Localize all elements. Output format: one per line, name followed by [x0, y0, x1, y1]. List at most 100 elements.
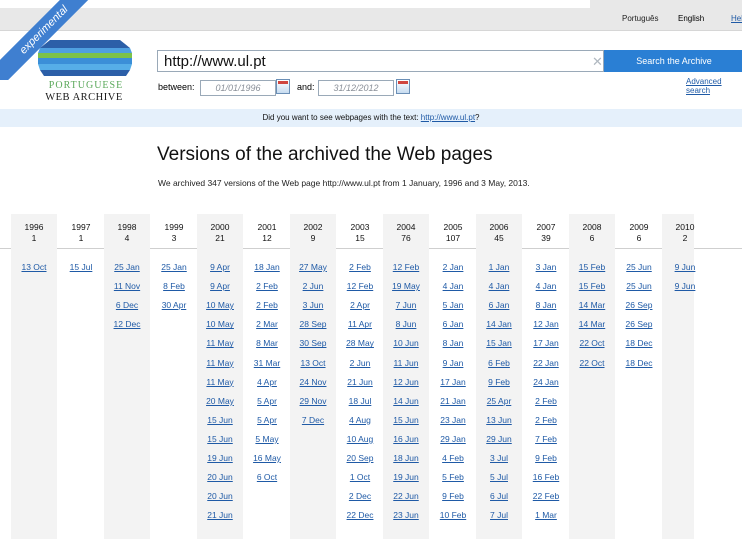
- url-search-input[interactable]: http://www.ul.pt: [157, 50, 604, 72]
- version-link[interactable]: 29 Jun: [476, 434, 522, 444]
- version-link[interactable]: 2 Apr: [337, 300, 383, 310]
- version-link[interactable]: 20 Jun: [197, 491, 243, 501]
- version-link[interactable]: 12 Feb: [337, 281, 383, 291]
- version-link[interactable]: 2 Feb: [523, 396, 569, 406]
- version-link[interactable]: 4 Feb: [430, 453, 476, 463]
- archive-logo[interactable]: PORTUGUESE WEB ARCHIVE: [28, 38, 138, 110]
- version-link[interactable]: 14 Mar: [569, 319, 615, 329]
- version-link[interactable]: 16 May: [244, 453, 290, 463]
- version-link[interactable]: 7 Jun: [383, 300, 429, 310]
- version-link[interactable]: 22 Oct: [569, 358, 615, 368]
- version-link[interactable]: 24 Jan: [523, 377, 569, 387]
- version-link[interactable]: 22 Feb: [523, 491, 569, 501]
- version-link[interactable]: 10 May: [197, 300, 243, 310]
- version-link[interactable]: 14 Jan: [476, 319, 522, 329]
- version-link[interactable]: 25 Jan: [104, 262, 150, 272]
- version-link[interactable]: 17 Jan: [523, 338, 569, 348]
- search-archive-button[interactable]: Search the Archive: [604, 50, 742, 72]
- version-link[interactable]: 2 Mar: [244, 319, 290, 329]
- version-link[interactable]: 3 Jun: [290, 300, 336, 310]
- version-link[interactable]: 1 Oct: [337, 472, 383, 482]
- version-link[interactable]: 4 Jan: [476, 281, 522, 291]
- version-link[interactable]: 15 Jun: [197, 434, 243, 444]
- version-link[interactable]: 26 Sep: [616, 300, 662, 310]
- version-link[interactable]: 19 Jun: [383, 472, 429, 482]
- suggestion-link[interactable]: http://www.ul.pt: [421, 113, 475, 122]
- version-link[interactable]: 21 Jun: [197, 510, 243, 520]
- version-link[interactable]: 15 Feb: [569, 262, 615, 272]
- version-link[interactable]: 19 Jun: [197, 453, 243, 463]
- version-link[interactable]: 11 Nov: [104, 281, 150, 291]
- version-link[interactable]: 12 Dec: [104, 319, 150, 329]
- version-link[interactable]: 12 Feb: [383, 262, 429, 272]
- version-link[interactable]: 25 Jun: [616, 262, 662, 272]
- version-link[interactable]: 6 Dec: [104, 300, 150, 310]
- version-link[interactable]: 11 May: [197, 358, 243, 368]
- version-link[interactable]: 10 Feb: [430, 510, 476, 520]
- version-link[interactable]: 4 Jan: [523, 281, 569, 291]
- version-link[interactable]: 31 Mar: [244, 358, 290, 368]
- version-link[interactable]: 8 Mar: [244, 338, 290, 348]
- version-link[interactable]: 22 Jan: [523, 358, 569, 368]
- version-link[interactable]: 12 Jun: [383, 377, 429, 387]
- version-link[interactable]: 14 Mar: [569, 300, 615, 310]
- version-link[interactable]: 15 Jul: [58, 262, 104, 272]
- version-link[interactable]: 8 Jun: [383, 319, 429, 329]
- version-link[interactable]: 5 Feb: [430, 472, 476, 482]
- version-link[interactable]: 22 Dec: [337, 510, 383, 520]
- version-link[interactable]: 27 May: [290, 262, 336, 272]
- version-link[interactable]: 9 Feb: [430, 491, 476, 501]
- version-link[interactable]: 5 Jul: [476, 472, 522, 482]
- version-link[interactable]: 28 May: [337, 338, 383, 348]
- calendar-to-icon[interactable]: [396, 79, 410, 94]
- version-link[interactable]: 18 Jul: [337, 396, 383, 406]
- version-link[interactable]: 11 May: [197, 377, 243, 387]
- version-link[interactable]: 17 Jan: [430, 377, 476, 387]
- version-link[interactable]: 18 Jun: [383, 453, 429, 463]
- version-link[interactable]: 4 Jan: [430, 281, 476, 291]
- version-link[interactable]: 15 Jun: [383, 415, 429, 425]
- version-link[interactable]: 6 Jan: [476, 300, 522, 310]
- version-link[interactable]: 28 Sep: [290, 319, 336, 329]
- version-link[interactable]: 13 Jun: [476, 415, 522, 425]
- version-link[interactable]: 23 Jun: [383, 510, 429, 520]
- version-link[interactable]: 11 May: [197, 338, 243, 348]
- version-link[interactable]: 9 Feb: [523, 453, 569, 463]
- version-link[interactable]: 9 Feb: [476, 377, 522, 387]
- version-link[interactable]: 21 Jan: [430, 396, 476, 406]
- version-link[interactable]: 6 Feb: [476, 358, 522, 368]
- help-link[interactable]: Help: [731, 14, 742, 23]
- version-link[interactable]: 18 Jan: [244, 262, 290, 272]
- version-link[interactable]: 5 May: [244, 434, 290, 444]
- version-link[interactable]: 7 Dec: [290, 415, 336, 425]
- version-link[interactable]: 16 Jun: [383, 434, 429, 444]
- version-link[interactable]: 2 Feb: [523, 415, 569, 425]
- version-link[interactable]: 5 Apr: [244, 415, 290, 425]
- version-link[interactable]: 20 Sep: [337, 453, 383, 463]
- version-link[interactable]: 7 Jul: [476, 510, 522, 520]
- version-link[interactable]: 29 Nov: [290, 396, 336, 406]
- version-link[interactable]: 25 Jun: [616, 281, 662, 291]
- version-link[interactable]: 5 Jan: [430, 300, 476, 310]
- calendar-from-icon[interactable]: [276, 79, 290, 94]
- version-link[interactable]: 6 Jan: [430, 319, 476, 329]
- version-link[interactable]: 15 Feb: [569, 281, 615, 291]
- version-link[interactable]: 26 Sep: [616, 319, 662, 329]
- version-link[interactable]: 9 Jun: [662, 281, 708, 291]
- version-link[interactable]: 1 Mar: [523, 510, 569, 520]
- version-link[interactable]: 13 Oct: [11, 262, 57, 272]
- version-link[interactable]: 2 Jan: [430, 262, 476, 272]
- version-link[interactable]: 2 Feb: [337, 262, 383, 272]
- version-link[interactable]: 1 Jan: [476, 262, 522, 272]
- version-link[interactable]: 10 May: [197, 319, 243, 329]
- version-link[interactable]: 15 Jun: [197, 415, 243, 425]
- version-link[interactable]: 10 Aug: [337, 434, 383, 444]
- version-link[interactable]: 2 Feb: [244, 300, 290, 310]
- version-link[interactable]: 22 Jun: [383, 491, 429, 501]
- version-link[interactable]: 29 Jan: [430, 434, 476, 444]
- version-link[interactable]: 8 Feb: [151, 281, 197, 291]
- version-link[interactable]: 4 Apr: [244, 377, 290, 387]
- version-link[interactable]: 2 Feb: [244, 281, 290, 291]
- version-link[interactable]: 3 Jul: [476, 453, 522, 463]
- version-link[interactable]: 30 Sep: [290, 338, 336, 348]
